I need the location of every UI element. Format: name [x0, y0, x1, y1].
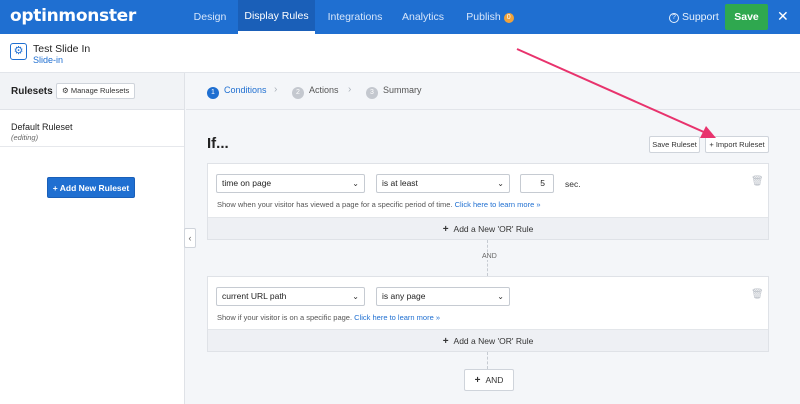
operator-value: is any page — [382, 291, 426, 301]
chevron-right-icon: › — [274, 84, 278, 95]
rule-help-text: Show if your visitor is on a specific pa… — [217, 313, 440, 322]
tab-publish[interactable]: Publish 0 — [460, 0, 520, 34]
manage-rulesets-label: Manage Rulesets — [70, 86, 130, 95]
top-nav: optinmonster Design Display Rules Integr… — [0, 0, 800, 34]
campaign-type: Slide-in — [33, 55, 64, 65]
chevron-down-icon: ⌄ — [497, 179, 504, 188]
rule-steps: 1 Conditions › 2 Actions › 3 Summary — [186, 73, 800, 110]
support-label: Support — [682, 11, 719, 23]
sidebar-header: Rulesets ⚙ Manage Rulesets — [0, 73, 184, 110]
step-label: Actions — [309, 85, 339, 95]
ruleset-name: Default Ruleset — [11, 122, 73, 132]
add-and-group-button[interactable]: + AND — [464, 369, 514, 391]
step-number: 2 — [292, 87, 304, 99]
operator-select[interactable]: is any page ⌄ — [376, 287, 510, 306]
rule-group: time on page ⌄ is at least ⌄ 5 sec. 🗑 Show… — [207, 163, 769, 240]
gear-icon: ⚙ — [62, 86, 69, 95]
campaign-title: Test Slide In — [33, 43, 91, 55]
trash-icon[interactable]: 🗑 — [751, 176, 764, 187]
tab-analytics[interactable]: Analytics — [396, 0, 450, 34]
operator-select[interactable]: is at least ⌄ — [376, 174, 510, 193]
page-title: If... — [207, 135, 229, 152]
add-or-rule-label: Add a New 'OR' Rule — [453, 336, 534, 346]
add-new-ruleset-label: Add New Ruleset — [59, 183, 130, 193]
chevron-down-icon: ⌄ — [352, 292, 359, 301]
help-description: Show when your visitor has viewed a page… — [217, 200, 453, 209]
seconds-input[interactable]: 5 — [520, 174, 554, 193]
add-or-rule-button[interactable]: + Add a New 'OR' Rule — [208, 217, 768, 239]
optinmonster-logo[interactable]: optinmonster — [10, 6, 136, 26]
condition-select[interactable]: time on page ⌄ — [216, 174, 365, 193]
step-label: Summary — [383, 85, 422, 95]
tab-publish-label: Publish — [466, 11, 501, 23]
add-new-ruleset-button[interactable]: + Add New Ruleset — [47, 177, 135, 198]
close-icon[interactable]: ✕ — [777, 8, 789, 24]
plus-icon: + — [474, 375, 481, 386]
publish-badge: 0 — [503, 13, 514, 23]
plus-icon: + — [442, 224, 449, 235]
ruleset-item[interactable]: Default Ruleset (editing) — [0, 110, 184, 147]
rule-help-text: Show when your visitor has viewed a page… — [217, 200, 541, 209]
condition-value: time on page — [222, 178, 272, 188]
save-button[interactable]: Save — [725, 4, 768, 30]
help-description: Show if your visitor is on a specific pa… — [217, 313, 353, 322]
campaign-header: ⚙ Test Slide In Slide-in — [0, 34, 800, 73]
step-number: 3 — [366, 87, 378, 99]
tab-design[interactable]: Design — [182, 0, 238, 34]
condition-select[interactable]: current URL path ⌄ — [216, 287, 365, 306]
tab-display-rules[interactable]: Display Rules — [238, 0, 315, 34]
operator-value: is at least — [382, 178, 418, 188]
add-or-rule-button[interactable]: + Add a New 'OR' Rule — [208, 329, 768, 351]
sidebar-title: Rulesets — [11, 86, 53, 97]
collapse-sidebar-chevron-left-icon[interactable]: ‹ — [184, 228, 196, 248]
plus-icon: + — [709, 140, 714, 149]
step-actions[interactable]: 2 Actions — [292, 85, 339, 99]
save-ruleset-button[interactable]: Save Ruleset — [649, 136, 700, 153]
ruleset-status: (editing) — [11, 133, 39, 142]
plus-icon: + — [442, 336, 449, 347]
chevron-right-icon: › — [348, 84, 352, 95]
plus-icon: + — [52, 183, 58, 193]
rulesets-sidebar: Rulesets ⚙ Manage Rulesets Default Rules… — [0, 73, 185, 404]
help-circle-icon: ? — [669, 13, 679, 23]
add-and-label: AND — [485, 375, 504, 385]
and-connector-line — [487, 352, 488, 369]
chevron-down-icon: ⌄ — [497, 292, 504, 301]
step-conditions[interactable]: 1 Conditions — [207, 85, 267, 99]
import-ruleset-button[interactable]: + Import Ruleset — [705, 136, 769, 153]
rule-group: current URL path ⌄ is any page ⌄ 🗑 Show if… — [207, 276, 769, 352]
tab-integrations[interactable]: Integrations — [320, 0, 390, 34]
learn-more-link[interactable]: Click here to learn more » — [354, 313, 440, 322]
trash-icon[interactable]: 🗑 — [751, 289, 764, 300]
import-ruleset-label: Import Ruleset — [715, 140, 765, 149]
unit-label: sec. — [565, 179, 581, 189]
learn-more-link[interactable]: Click here to learn more » — [455, 200, 541, 209]
chevron-down-icon: ⌄ — [352, 179, 359, 188]
step-summary[interactable]: 3 Summary — [366, 85, 422, 99]
manage-rulesets-button[interactable]: ⚙ Manage Rulesets — [56, 83, 136, 99]
support-link[interactable]: ? Support — [669, 0, 719, 34]
step-label: Conditions — [224, 85, 267, 95]
step-number: 1 — [207, 87, 219, 99]
condition-value: current URL path — [222, 291, 287, 301]
gear-icon[interactable]: ⚙ — [10, 43, 27, 60]
add-or-rule-label: Add a New 'OR' Rule — [453, 224, 534, 234]
and-connector-label: AND — [481, 253, 498, 260]
